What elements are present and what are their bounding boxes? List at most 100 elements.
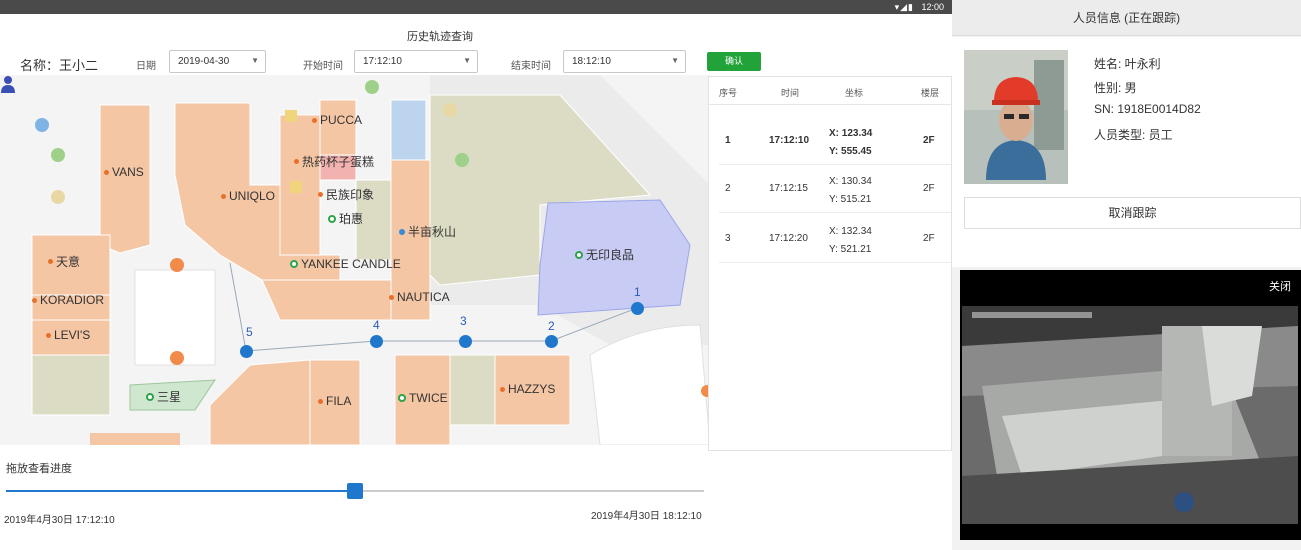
poi-levis[interactable]: LEVI'S [46, 328, 90, 342]
facility-icon [290, 181, 302, 193]
row-floor: 2F [923, 135, 935, 146]
column-header: 序号 [719, 88, 738, 98]
poi-label: NAUTICA [397, 290, 450, 304]
poi-fila[interactable]: FILA [318, 394, 351, 408]
shop-dot-icon [318, 398, 323, 404]
chevron-down-icon: ▼ [671, 56, 679, 65]
poi-label: 无印良品 [586, 248, 635, 262]
end-time-select[interactable]: 18:12:10 ▼ [563, 50, 686, 73]
poi-label: 民族印象 [326, 188, 375, 202]
shop-yankee [261, 279, 392, 321]
column-header: 坐标 [845, 88, 864, 98]
poi-label: PUCCA [320, 113, 363, 127]
date-select[interactable]: 2019-04-30 ▼ [169, 50, 266, 73]
playback-start-time: 2019年4月30日 17:12:10 [4, 515, 115, 526]
poi-samsung[interactable]: 三星 [146, 388, 181, 405]
shop-dot-icon [312, 117, 317, 123]
close-video-button[interactable]: 关闭 [1269, 278, 1291, 294]
track-marker-2[interactable] [545, 335, 558, 348]
poi-nautica[interactable]: NAUTICA [389, 290, 450, 304]
video-frame [962, 306, 1298, 524]
table-row[interactable]: 1 17:12:10 X: 123.34 Y: 555.45 2F [719, 117, 951, 165]
service-dot-icon [290, 260, 298, 268]
end-time-value: 18:12:10 [572, 56, 611, 67]
person-photo-image [964, 50, 1068, 184]
poi-zhuihui[interactable]: 珀惠 [328, 210, 363, 227]
track-marker-4[interactable] [370, 335, 383, 348]
poi-yankee[interactable]: YANKEE CANDLE [290, 257, 401, 271]
shop-vans [99, 104, 151, 254]
service-dot-icon [398, 394, 406, 402]
poi-tianyi[interactable]: 天意 [48, 253, 80, 270]
status-bar: ▾◢▮ 12:00 [0, 0, 952, 14]
shop-dot-icon [318, 192, 323, 197]
start-time-select[interactable]: 17:12:10 ▼ [354, 50, 478, 73]
poi-label: YANKEE CANDLE [301, 257, 401, 271]
row-time: 17:12:20 [769, 233, 808, 244]
row-x: X: 130.34 [829, 176, 872, 187]
poi-label: 热药杯子蛋糕 [302, 155, 375, 169]
row-y: Y: 521.21 [829, 244, 872, 255]
poi-pucca[interactable]: PUCCA [312, 113, 362, 127]
poi-uniqlo[interactable]: UNIQLO [221, 189, 275, 203]
facility-icon [170, 351, 184, 365]
facility-icon [455, 153, 469, 167]
poi-label: KORADIOR [40, 293, 105, 307]
track-marker-5[interactable] [240, 345, 253, 358]
poi-hazzys[interactable]: HAZZYS [500, 382, 555, 396]
shop-dot-icon [389, 294, 394, 300]
track-marker-label: 2 [548, 319, 555, 333]
poi-vans[interactable]: VANS [104, 165, 144, 179]
poi-label: TWICE [409, 391, 448, 405]
playback-end-time: 2019年4月30日 18:12:10 [591, 511, 702, 522]
row-x: X: 123.34 [829, 128, 873, 139]
shop-dot-icon [294, 159, 299, 164]
floor-map[interactable]: PUCCA VANS 热药杯子蛋糕 UNIQLO 民族印象 珀惠 半亩秋山 天意… [0, 75, 710, 445]
track-table: 序号 时间 坐标 楼层 1 17:12:10 X: 123.34 Y: 555.… [708, 76, 952, 451]
poi-muji[interactable]: 无印良品 [575, 246, 634, 263]
row-time: 17:12:10 [769, 135, 810, 146]
shop-dot-icon [221, 193, 226, 199]
poi-minzu[interactable]: 民族印象 [318, 186, 374, 203]
person-name-label: 名称：王小二 [20, 58, 99, 73]
person-photo [964, 50, 1068, 184]
poi-label: 天意 [56, 255, 81, 269]
poi-label: LEVI'S [54, 328, 91, 342]
start-time-label: 开始时间 [303, 61, 343, 72]
start-time-value: 17:12:10 [363, 56, 402, 67]
service-dot-icon [575, 250, 583, 259]
status-time: 12:00 [921, 2, 944, 12]
poi-label: UNIQLO [229, 189, 276, 203]
table-row[interactable]: 3 17:12:20 X: 132.34 Y: 521.21 2F [719, 215, 951, 263]
poi-label: VANS [112, 165, 144, 179]
poi-twice[interactable]: TWICE [398, 391, 448, 405]
area-lower-left [31, 354, 111, 416]
poi-koradior[interactable]: KORADIOR [32, 293, 104, 307]
shop-pucca [319, 99, 357, 156]
chevron-down-icon: ▼ [251, 56, 259, 65]
column-header: 时间 [781, 88, 800, 98]
person-name: 姓名: 叶永利 [1094, 57, 1161, 71]
date-value: 2019-04-30 [178, 56, 230, 67]
row-floor: 2F [923, 233, 935, 244]
person-card: 姓名: 叶永利 性别: 男 SN: 1918E0014D82 人员类型: 员工 … [952, 37, 1301, 267]
video-player[interactable]: 关闭 [960, 270, 1301, 540]
table-row[interactable]: 2 17:12:15 X: 130.34 Y: 515.21 2F [719, 165, 951, 213]
track-marker-label: 4 [373, 318, 380, 332]
playback-label: 拖放查看进度 [6, 463, 72, 475]
confirm-button[interactable]: 确认 [707, 52, 761, 71]
chevron-down-icon: ▼ [463, 56, 471, 65]
track-marker-3[interactable] [459, 335, 472, 348]
date-label: 日期 [136, 61, 156, 72]
poi-cake[interactable]: 热药杯子蛋糕 [294, 153, 374, 170]
track-marker-label: 5 [246, 325, 253, 339]
poi-banmu[interactable]: 半亩秋山 [399, 223, 456, 240]
track-marker-1[interactable] [631, 302, 644, 315]
facility-icon [51, 148, 65, 162]
cancel-tracking-button[interactable]: 取消跟踪 [964, 197, 1301, 229]
person-icon[interactable] [0, 75, 16, 93]
row-index: 3 [725, 233, 731, 244]
poi-label: 珀惠 [339, 212, 364, 226]
row-x: X: 132.34 [829, 226, 872, 237]
playback-slider-thumb[interactable] [347, 483, 363, 499]
